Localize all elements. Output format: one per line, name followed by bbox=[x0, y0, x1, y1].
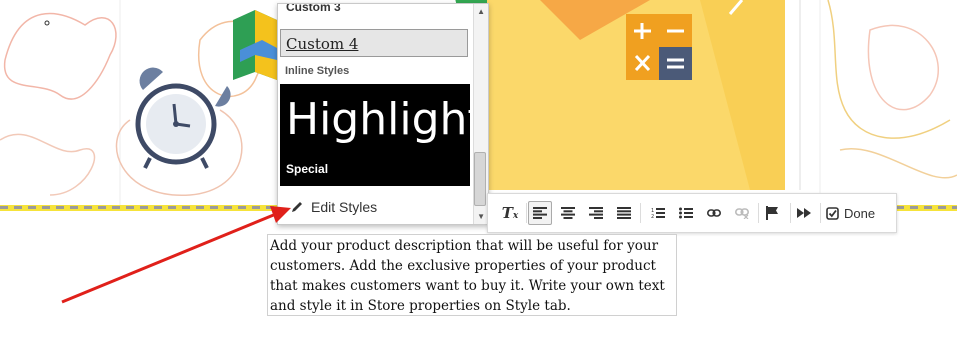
scroll-up-icon[interactable]: ▲ bbox=[477, 7, 485, 16]
align-right-icon[interactable] bbox=[584, 201, 608, 225]
calculator-icon bbox=[626, 14, 692, 80]
scroll-down-icon[interactable]: ▼ bbox=[477, 212, 485, 221]
align-left-icon[interactable] bbox=[528, 201, 552, 225]
style-item-custom-4[interactable]: Custom 4 bbox=[280, 29, 468, 57]
dropdown-scrollbar[interactable]: ▲ ▼ bbox=[473, 4, 488, 224]
svg-text:2: 2 bbox=[651, 214, 654, 219]
style-item-partial[interactable]: Custom 3 bbox=[286, 4, 341, 15]
link-icon[interactable] bbox=[702, 201, 726, 225]
highlight-preview-text: Highlight bbox=[286, 94, 470, 145]
numbered-list-icon[interactable]: 12 bbox=[646, 201, 670, 225]
done-button[interactable]: Done bbox=[826, 201, 875, 225]
justify-icon[interactable] bbox=[612, 201, 636, 225]
bulleted-list-icon[interactable] bbox=[674, 201, 698, 225]
align-center-icon[interactable] bbox=[556, 201, 580, 225]
done-label: Done bbox=[844, 205, 876, 221]
map-icon bbox=[233, 10, 277, 80]
clear-formatting-icon[interactable]: Tx bbox=[498, 201, 522, 225]
more-icon[interactable] bbox=[792, 201, 816, 225]
scrollbar-thumb[interactable] bbox=[474, 152, 486, 206]
styles-dropdown[interactable]: Custom 3 Custom 4 Inline Styles Highligh… bbox=[277, 3, 489, 225]
style-item-highlight[interactable]: Highlight Special bbox=[280, 84, 470, 186]
pencil-icon bbox=[292, 202, 302, 212]
flag-icon[interactable] bbox=[760, 201, 784, 225]
alarm-clock-icon bbox=[135, 67, 231, 169]
edit-styles-label: Edit Styles bbox=[311, 199, 378, 215]
style-group-label: Inline Styles bbox=[285, 65, 350, 77]
unlink-icon[interactable] bbox=[730, 201, 754, 225]
check-square-icon bbox=[826, 206, 839, 220]
style-item-special[interactable]: Special bbox=[286, 162, 328, 176]
edit-styles-button[interactable]: Edit Styles bbox=[280, 193, 470, 221]
product-description[interactable]: Add your product description that will b… bbox=[267, 234, 677, 316]
text-format-toolbar: Tx 12 Done bbox=[487, 193, 897, 233]
